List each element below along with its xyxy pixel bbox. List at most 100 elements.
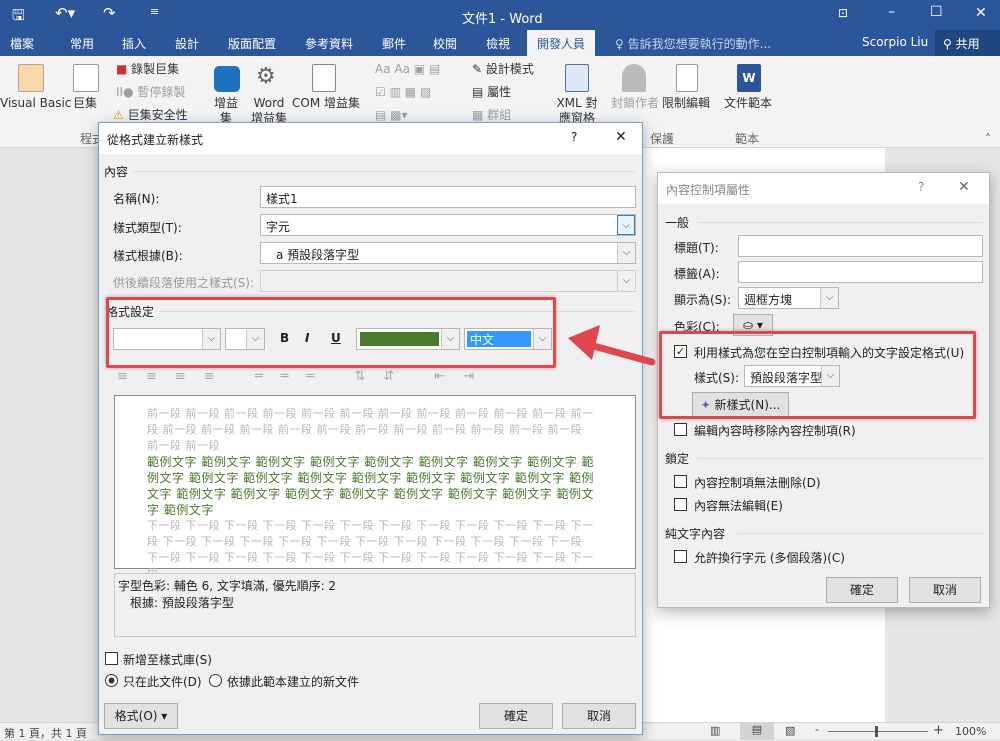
section-general: 一般 <box>665 216 690 230</box>
show-as-value: 週框方塊 <box>744 293 793 307</box>
chevron-down-icon: ⌵ <box>820 288 838 308</box>
undo-icon[interactable]: ↶▾ <box>55 4 75 22</box>
pause-recording-button[interactable]: II● 暫停錄製 <box>116 85 185 100</box>
cannot-delete-label: 內容控制項無法刪除(D) <box>694 476 821 490</box>
read-mode-icon[interactable]: ▥ <box>710 724 720 737</box>
macros-button[interactable]: 巨集 <box>73 96 97 111</box>
properties-button[interactable]: ▤ 屬性 <box>472 85 511 100</box>
com-addins-button[interactable]: COM 增益集 <box>292 96 360 111</box>
cannot-edit-checkbox[interactable] <box>674 498 687 511</box>
tab-view[interactable]: 檢視 <box>486 35 510 52</box>
group-button[interactable]: ▦ 群組 <box>472 108 511 123</box>
tab-developer[interactable]: 開發人員 <box>527 30 596 56</box>
align-left-icon[interactable]: ≡ <box>117 369 146 384</box>
allow-returns-checkbox[interactable] <box>674 550 687 563</box>
divider <box>698 458 983 459</box>
save-icon[interactable]: 🖫 <box>12 5 25 30</box>
tell-me-input[interactable]: ♀ 告訴我您想要執行的動作... <box>615 35 771 52</box>
name-input[interactable]: 樣式1 <box>260 186 636 208</box>
tab-design[interactable]: 設計 <box>175 35 199 52</box>
increase-indent-icon[interactable]: ⇥ <box>463 369 492 384</box>
close-button[interactable]: ✕ <box>958 179 970 195</box>
zoom-in-button[interactable]: + <box>933 723 944 738</box>
zoom-slider-thumb[interactable] <box>875 726 878 737</box>
decrease-indent-icon[interactable]: ⇤ <box>434 369 463 384</box>
record-macro-button[interactable]: ■ 錄製巨集 <box>116 62 179 77</box>
visual-basic-button[interactable]: Visual Basic <box>0 96 71 111</box>
tab-mailings[interactable]: 郵件 <box>382 35 406 52</box>
chevron-down-icon: ⌵ <box>617 215 635 235</box>
double-spacing-icon[interactable]: ═ <box>306 369 332 384</box>
design-mode-icon: ✎ <box>472 62 483 76</box>
next-paragraph-label: 供後續段落使用之樣式(S): <box>113 276 255 290</box>
style-preview: 前一段 前一段 前一段 前一段 前一段 前一段 前一段 前一段 前一段 前一段 … <box>114 395 636 580</box>
divider <box>698 222 983 223</box>
cancel-button[interactable]: 取消 <box>562 703 636 729</box>
tab-insert[interactable]: 插入 <box>122 35 146 52</box>
tab-references[interactable]: 參考資料 <box>305 35 353 52</box>
help-button[interactable]: ? <box>918 180 924 194</box>
ok-button[interactable]: 確定 <box>826 577 898 603</box>
new-documents-radio[interactable] <box>209 674 222 687</box>
maximize-button[interactable]: ☐ <box>930 4 943 20</box>
close-button[interactable]: ✕ <box>615 129 627 145</box>
cannot-delete-checkbox[interactable] <box>674 475 687 488</box>
web-layout-icon[interactable]: ▧ <box>785 724 795 737</box>
align-right-icon[interactable]: ≡ <box>175 369 204 384</box>
share-button[interactable]: ⚲ 共用 <box>935 30 1000 56</box>
design-mode-button[interactable]: ✎ 設計模式 <box>472 62 534 77</box>
space-before-icon[interactable]: ⇅ <box>354 369 383 384</box>
next-paragraph-select: ⌵ <box>260 270 636 292</box>
share-label: 共用 <box>955 37 980 51</box>
group-templates-label: 範本 <box>735 132 760 146</box>
remove-when-edited-checkbox[interactable] <box>674 423 687 436</box>
style-type-select[interactable]: 字元 ⌵ <box>260 214 636 236</box>
tab-review[interactable]: 校閱 <box>433 35 457 52</box>
ribbon-display-icon[interactable]: ⊡ <box>838 6 848 20</box>
space-after-icon[interactable]: ⇵ <box>383 369 412 384</box>
minimize-button[interactable]: – <box>888 4 895 20</box>
add-to-gallery-checkbox[interactable] <box>105 652 118 665</box>
tab-layout[interactable]: 版面配置 <box>228 35 276 52</box>
redo-icon[interactable]: ↷ <box>103 4 116 22</box>
show-as-select[interactable]: 週框方塊 ⌵ <box>738 287 839 309</box>
based-on-select[interactable]: a 預設段落字型 ⌵ <box>260 242 636 264</box>
document-template-button[interactable]: 文件範本 <box>724 96 772 111</box>
tag-input[interactable] <box>738 261 983 283</box>
add-to-gallery-label: 新增至樣式庫(S) <box>123 653 212 667</box>
paragraph-toolbar[interactable]: ≡≡≡≡ ═══ ⇅⇵ ⇤⇥ <box>117 369 492 384</box>
tab-home[interactable]: 常用 <box>70 35 94 52</box>
tab-file[interactable]: 檔案 <box>10 35 34 52</box>
zoom-slider[interactable] <box>828 731 928 732</box>
legacy-tools-icon[interactable]: ▤ ▩▾ <box>375 108 408 123</box>
lightbulb-icon: ♀ <box>615 37 624 51</box>
checkbox-control-icon[interactable]: ☑ ▥ ▦ ▧ <box>375 85 431 100</box>
macro-security-button[interactable]: ⚠ 巨集安全性 <box>113 108 188 123</box>
align-center-icon[interactable]: ≡ <box>146 369 175 384</box>
title-label: 標題(T): <box>674 241 719 255</box>
macro-security-label: 巨集安全性 <box>127 108 188 122</box>
customize-qat-icon[interactable]: ≡ <box>150 5 159 18</box>
close-button[interactable]: ✕ <box>975 5 987 21</box>
help-button[interactable]: ? <box>571 130 577 144</box>
print-layout-icon[interactable]: ▤ <box>740 723 774 740</box>
only-this-document-label: 只在此文件(D) <box>123 675 202 689</box>
rich-text-control-icon[interactable]: Aa Aa ▣ ▤ <box>375 62 440 77</box>
title-input[interactable] <box>738 235 983 257</box>
format-menu-button[interactable]: 格式(O) ▾ <box>104 703 178 729</box>
ok-button[interactable]: 確定 <box>479 703 553 729</box>
onehalf-spacing-icon[interactable]: ═ <box>281 369 307 384</box>
only-this-document-radio[interactable] <box>105 674 118 687</box>
collapse-ribbon-icon[interactable]: ˄ <box>985 132 991 147</box>
justify-icon[interactable]: ≡ <box>204 369 233 384</box>
cancel-button[interactable]: 取消 <box>909 577 981 603</box>
group-protect-label: 保護 <box>650 132 675 146</box>
restrict-editing-button[interactable]: 限制編輯 <box>662 96 710 111</box>
zoom-level[interactable]: 100% <box>955 725 986 738</box>
user-name[interactable]: Scorpio Liu <box>862 35 928 49</box>
zoom-out-button[interactable]: - <box>815 723 819 736</box>
block-authors-button[interactable]: 封鎖作者 <box>611 96 659 111</box>
com-addins-icon <box>312 64 336 92</box>
highlight-box <box>106 297 556 368</box>
single-spacing-icon[interactable]: ═ <box>255 369 281 384</box>
